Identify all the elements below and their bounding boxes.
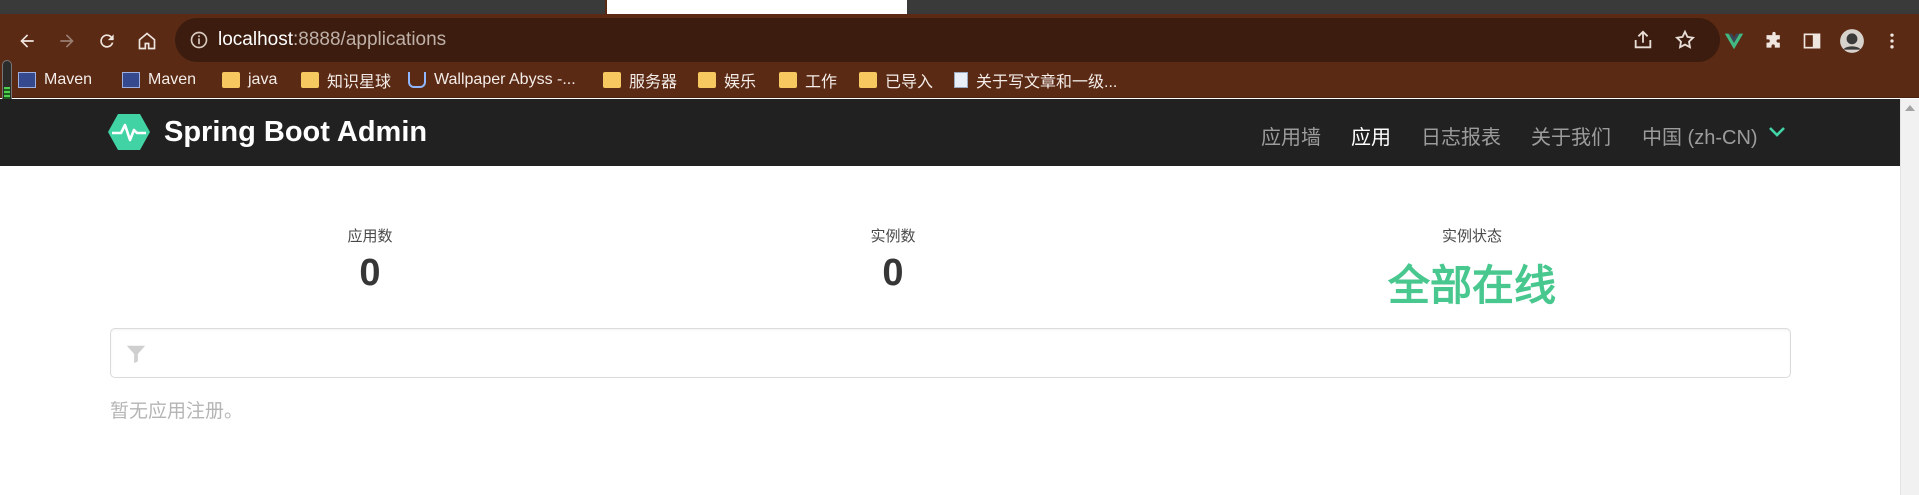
browser-tab[interactable] bbox=[0, 0, 605, 14]
url-host: localhost bbox=[218, 29, 293, 50]
nav-link-applications[interactable]: 应用 bbox=[1351, 121, 1391, 150]
chevron-down-icon[interactable] bbox=[1768, 125, 1786, 139]
filter-icon bbox=[126, 345, 146, 364]
filter-input[interactable] bbox=[110, 328, 1791, 378]
bookmark-label: 服务器 bbox=[629, 74, 678, 91]
folder-icon bbox=[603, 72, 621, 88]
arrow-right-icon bbox=[60, 34, 74, 48]
maven-icon bbox=[18, 72, 36, 88]
puzzle-icon bbox=[1766, 31, 1780, 48]
language-selector[interactable]: 中国 (zh-CN) bbox=[1642, 121, 1758, 150]
vue-devtools-icon[interactable] bbox=[1719, 26, 1749, 56]
bookmark-folder[interactable]: java bbox=[222, 67, 277, 93]
stat-value: 0 bbox=[359, 252, 381, 294]
wallpaper-abyss-icon bbox=[408, 72, 426, 88]
bookmark-label: 娱乐 bbox=[724, 74, 757, 91]
home-icon bbox=[138, 32, 156, 50]
nav-link-journal[interactable]: 日志报表 bbox=[1421, 121, 1501, 150]
bookmark-folder[interactable]: 知识星球 bbox=[301, 67, 391, 93]
stat-value: 0 bbox=[882, 252, 904, 294]
bookmark-label: java bbox=[248, 71, 278, 88]
spring-boot-admin-logo-icon bbox=[108, 114, 150, 150]
browser-tab-active[interactable] bbox=[607, 0, 907, 14]
browser-tab[interactable] bbox=[907, 0, 1919, 14]
folder-icon bbox=[779, 72, 797, 88]
empty-state-message: 暂无应用注册。 bbox=[110, 401, 244, 422]
kebab-menu-icon bbox=[1890, 33, 1894, 49]
side-panel-button[interactable] bbox=[1797, 26, 1827, 56]
address-bar[interactable]: localhost:8888/applications bbox=[175, 18, 1720, 62]
nav-link-wallboard[interactable]: 应用墙 bbox=[1261, 121, 1321, 150]
brand[interactable]: Spring Boot Admin bbox=[108, 112, 427, 152]
forward-button[interactable] bbox=[52, 26, 82, 56]
bookmark-item[interactable]: Maven bbox=[122, 67, 196, 93]
bookmark-label: 工作 bbox=[805, 74, 838, 91]
page-scrollbar[interactable] bbox=[1900, 99, 1919, 495]
share-icon[interactable] bbox=[1632, 29, 1654, 51]
reload-icon bbox=[100, 34, 114, 48]
url-path: :8888/applications bbox=[293, 29, 447, 50]
arrow-left-icon bbox=[20, 34, 34, 48]
nav-link-about[interactable]: 关于我们 bbox=[1531, 121, 1611, 150]
stat-label: 实例数 bbox=[870, 228, 916, 245]
bookmark-item[interactable]: Wallpaper Abyss -... bbox=[408, 67, 576, 93]
maven-icon bbox=[122, 72, 140, 88]
bookmark-item[interactable]: 关于写文章和一级... bbox=[954, 67, 1117, 93]
bookmark-folder[interactable]: 已导入 bbox=[859, 67, 933, 93]
back-button[interactable] bbox=[12, 26, 42, 56]
info-icon[interactable] bbox=[189, 30, 209, 50]
bookmark-folder[interactable]: 服务器 bbox=[603, 67, 677, 93]
bookmark-label: Maven bbox=[44, 71, 93, 88]
url-text[interactable]: localhost:8888/applications bbox=[218, 29, 446, 51]
folder-icon bbox=[301, 72, 319, 88]
home-button[interactable] bbox=[132, 26, 162, 56]
bookmark-label: 知识星球 bbox=[327, 74, 392, 91]
star-icon[interactable] bbox=[1674, 29, 1696, 51]
side-panel-icon bbox=[1803, 33, 1821, 49]
folder-icon bbox=[698, 72, 716, 88]
bookmarks-bar: Maven Maven java 知识星球 Wallpaper Abyss -.… bbox=[0, 62, 1919, 98]
folder-icon bbox=[222, 72, 240, 88]
stat-label: 应用数 bbox=[347, 228, 393, 245]
bookmark-item[interactable]: Maven bbox=[18, 67, 92, 93]
status-all-up: 全部在线 bbox=[1387, 262, 1556, 309]
bookmark-label: 已导入 bbox=[885, 74, 934, 91]
bookmark-folder[interactable]: 娱乐 bbox=[698, 67, 756, 93]
scroll-up-arrow-icon[interactable] bbox=[1905, 105, 1915, 111]
stat-instance-status: 实例状态 全部在线 bbox=[1372, 225, 1572, 313]
bookmark-label: Maven bbox=[148, 71, 197, 88]
bookmark-label: 关于写文章和一级... bbox=[976, 74, 1118, 91]
folder-icon bbox=[859, 72, 877, 88]
bookmark-folder[interactable]: 工作 bbox=[779, 67, 837, 93]
reload-button[interactable] bbox=[92, 26, 122, 56]
stat-label: 实例状态 bbox=[1441, 228, 1502, 245]
browser-menu-button[interactable] bbox=[1877, 26, 1907, 56]
extensions-button[interactable] bbox=[1759, 26, 1789, 56]
stat-applications: 应用数 0 bbox=[320, 225, 420, 295]
stat-instances: 实例数 0 bbox=[843, 225, 943, 295]
brand-name: Spring Boot Admin bbox=[164, 115, 428, 148]
avatar-icon bbox=[1840, 29, 1864, 53]
document-icon bbox=[954, 72, 968, 88]
app-navbar: Spring Boot Admin 应用墙 应用 日志报表 关于我们 中国 (z… bbox=[0, 99, 1900, 166]
vue-logo-icon bbox=[1724, 33, 1744, 50]
bookmark-label: Wallpaper Abyss -... bbox=[434, 71, 576, 88]
profile-avatar[interactable] bbox=[1837, 26, 1867, 56]
browser-tab-strip bbox=[0, 0, 1919, 14]
